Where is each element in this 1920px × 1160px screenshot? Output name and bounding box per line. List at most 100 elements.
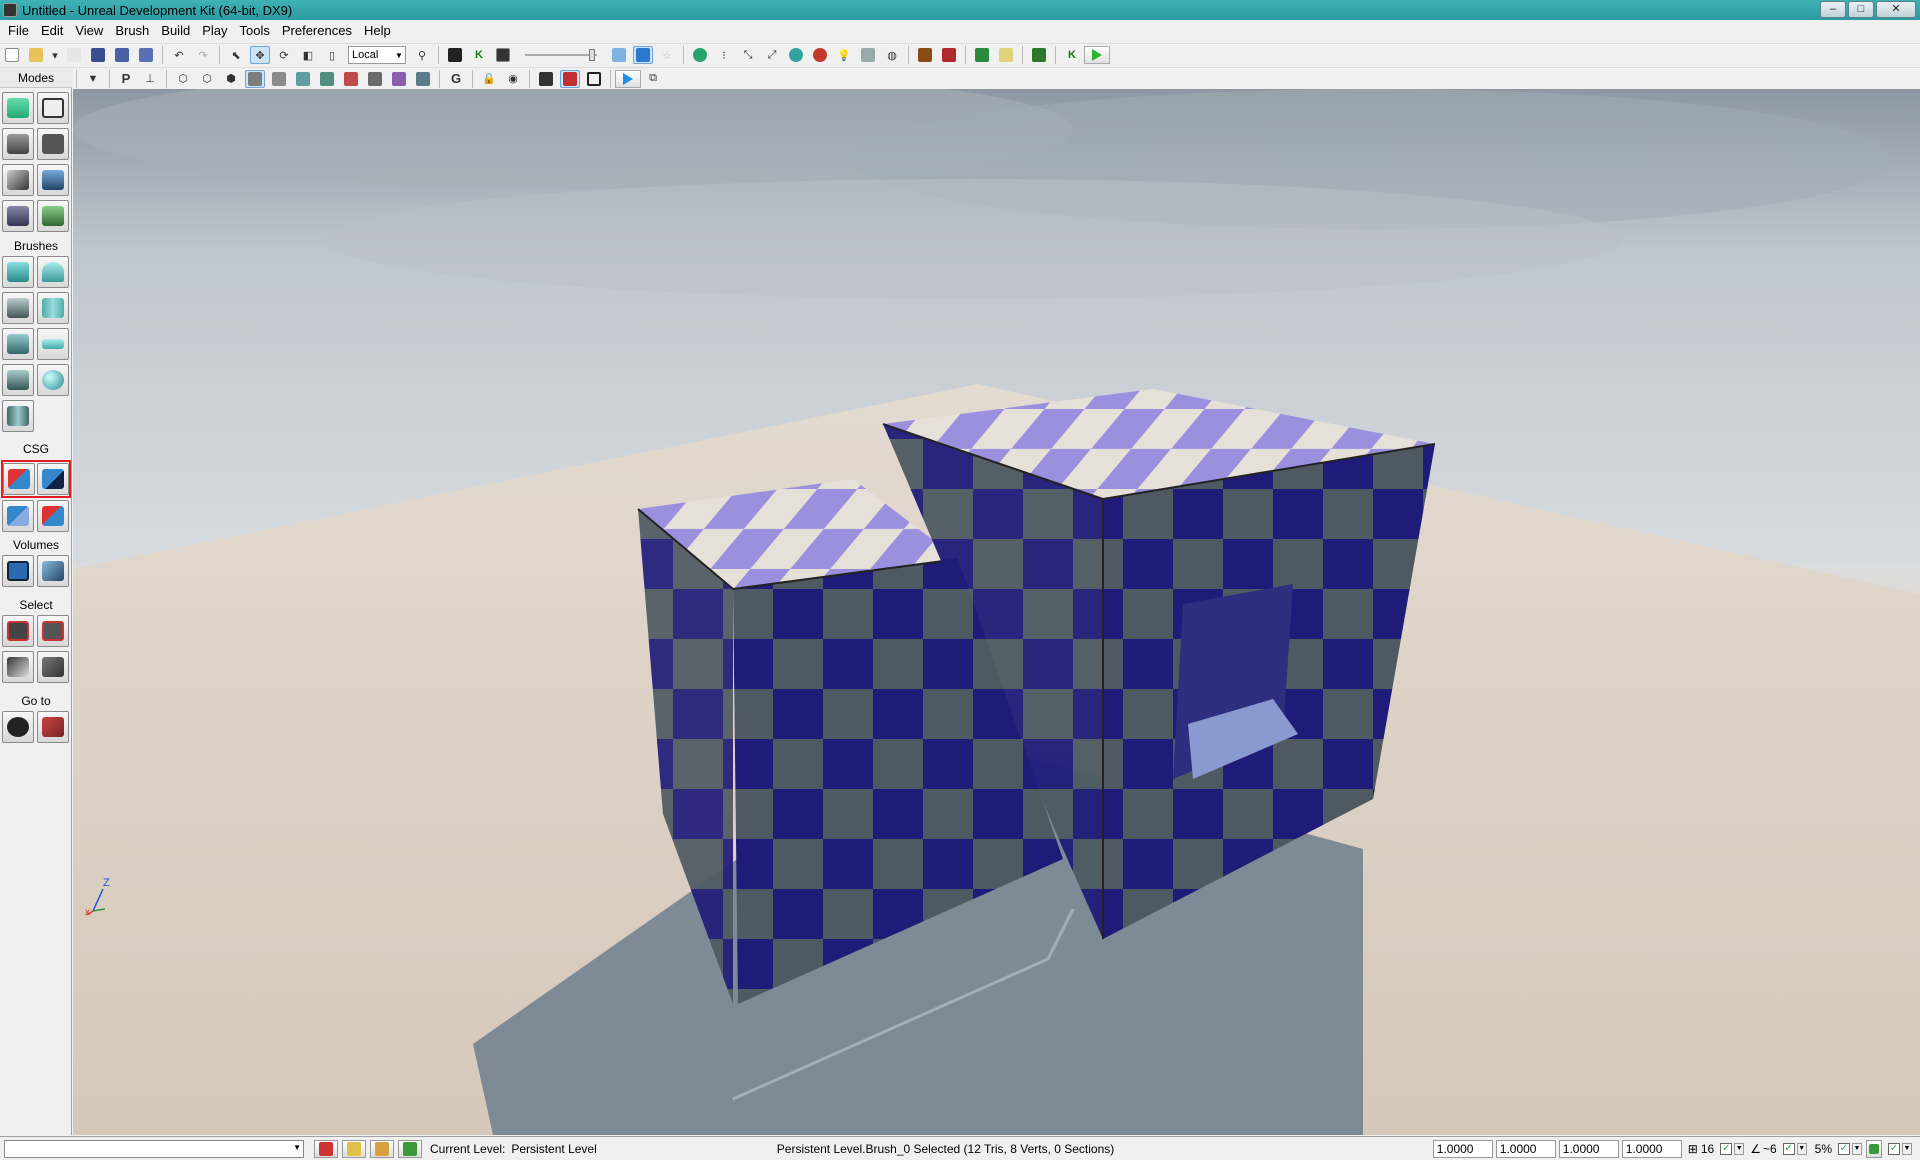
game-settings-icon[interactable] bbox=[972, 46, 992, 64]
snap-icon[interactable] bbox=[370, 1139, 394, 1158]
slider-thumb[interactable] bbox=[589, 49, 595, 61]
lock-icon[interactable]: 🔒 bbox=[479, 70, 499, 88]
sphere-brush-button[interactable] bbox=[37, 364, 69, 396]
viewport-frame-icon[interactable] bbox=[584, 70, 604, 88]
show-flags-icon[interactable] bbox=[560, 69, 580, 88]
grid-snap-checkbox[interactable]: ✓ bbox=[1720, 1142, 1733, 1155]
star-icon[interactable]: ☆ bbox=[657, 46, 677, 64]
play-in-editor-button[interactable] bbox=[1084, 46, 1110, 64]
eye-icon[interactable]: ◉ bbox=[503, 70, 523, 88]
csg-subtract-button[interactable] bbox=[37, 463, 69, 495]
generic-browser-icon[interactable] bbox=[445, 46, 465, 64]
menu-brush[interactable]: Brush bbox=[109, 20, 155, 42]
drag-grid-z-field[interactable]: 1.0000 bbox=[1558, 1139, 1619, 1158]
unlit-icon[interactable]: ⬢ bbox=[221, 70, 241, 88]
texture-align-button[interactable] bbox=[2, 164, 34, 196]
texture-density-icon[interactable] bbox=[341, 70, 361, 88]
geometry-mode-button[interactable] bbox=[37, 92, 69, 124]
light-complexity-icon[interactable] bbox=[317, 70, 337, 88]
drag-grid-x-field[interactable]: 1.0000 bbox=[1432, 1139, 1493, 1158]
realtime-icon[interactable] bbox=[633, 46, 653, 64]
hide-selected-button[interactable] bbox=[37, 615, 69, 647]
linear-stair-brush-button[interactable] bbox=[2, 328, 34, 360]
camera-mode-button[interactable] bbox=[2, 92, 34, 124]
tear-off-viewport-icon[interactable]: ⧉ bbox=[643, 70, 663, 88]
actor-toggle-icon[interactable] bbox=[536, 70, 556, 88]
add-volume-button[interactable] bbox=[2, 555, 34, 587]
command-input[interactable]: ▼ bbox=[4, 1139, 304, 1158]
option-dropdown[interactable]: ▼ bbox=[1902, 1142, 1912, 1155]
detail-lighting-icon[interactable] bbox=[269, 70, 289, 88]
redo-icon[interactable]: ↷ bbox=[193, 46, 213, 64]
csg-intersect-button[interactable] bbox=[2, 500, 34, 532]
menu-view[interactable]: View bbox=[69, 20, 109, 42]
scale-snap-checkbox[interactable]: ✓ bbox=[1838, 1142, 1850, 1155]
open-folder-icon[interactable] bbox=[26, 46, 46, 64]
goto-builder-brush-button[interactable] bbox=[37, 711, 69, 743]
content-browser-icon[interactable] bbox=[915, 46, 935, 64]
kismet-icon[interactable]: K bbox=[469, 46, 489, 64]
grid-size-value[interactable]: 16 bbox=[1701, 1142, 1714, 1156]
light-options-icon[interactable]: ◍ bbox=[882, 46, 902, 64]
goto-actor-button[interactable] bbox=[2, 711, 34, 743]
favorites-icon[interactable] bbox=[64, 46, 84, 64]
play-in-viewport-button[interactable] bbox=[615, 69, 641, 88]
build-all-icon[interactable] bbox=[810, 46, 830, 64]
minimize-button[interactable]: – bbox=[1820, 1, 1846, 18]
menu-edit[interactable]: Edit bbox=[35, 20, 69, 42]
cone-brush-button[interactable] bbox=[37, 256, 69, 288]
menu-tools[interactable]: Tools bbox=[234, 20, 276, 42]
game-view-button[interactable]: G bbox=[446, 70, 466, 88]
option-checkbox[interactable]: ✓ bbox=[1888, 1142, 1900, 1155]
build-geometry-icon[interactable] bbox=[690, 46, 710, 64]
cylinder-brush-button[interactable] bbox=[37, 292, 69, 324]
save-all-icon[interactable] bbox=[136, 46, 156, 64]
mesh-paint-button[interactable] bbox=[37, 164, 69, 196]
scale-snap-value[interactable]: 5% bbox=[1815, 1142, 1832, 1156]
scale-snap-dropdown[interactable]: ▼ bbox=[1852, 1142, 1862, 1155]
maximize-button[interactable]: □ bbox=[1848, 1, 1874, 18]
perspective-viewport[interactable]: Z x bbox=[73, 89, 1920, 1135]
build-paths-icon[interactable]: ⤡ bbox=[738, 46, 758, 64]
build-visible-icon[interactable]: ⁝ bbox=[714, 46, 734, 64]
play-on-pc-icon[interactable] bbox=[1029, 46, 1049, 64]
csg-deintersect-button[interactable] bbox=[37, 500, 69, 532]
stop-icon[interactable] bbox=[314, 1139, 338, 1158]
terrain-mode-button[interactable] bbox=[2, 128, 34, 160]
new-file-icon[interactable] bbox=[2, 46, 22, 64]
sheet-brush-button[interactable] bbox=[37, 328, 69, 360]
csg-add-button[interactable] bbox=[3, 463, 35, 495]
save-icon[interactable] bbox=[88, 46, 108, 64]
light-bulb-icon[interactable]: 💡 bbox=[834, 46, 854, 64]
spiral-stair-brush-button[interactable] bbox=[2, 364, 34, 396]
lit-icon[interactable] bbox=[245, 69, 265, 88]
menu-build[interactable]: Build bbox=[155, 20, 196, 42]
lighting-quality-icon[interactable] bbox=[858, 46, 878, 64]
cube-brush-button[interactable] bbox=[2, 256, 34, 288]
lightmap-density-icon[interactable] bbox=[389, 70, 409, 88]
build-cover-icon[interactable]: ⤢ bbox=[762, 46, 782, 64]
lit-lightmap-density-icon[interactable] bbox=[413, 70, 433, 88]
menu-play[interactable]: Play bbox=[196, 20, 233, 42]
pivot-mode-button[interactable] bbox=[37, 128, 69, 160]
wireframe-icon[interactable]: ⬡ bbox=[197, 70, 217, 88]
rotation-snap-value[interactable]: ~6 bbox=[1763, 1142, 1777, 1156]
grid-size-dropdown[interactable]: ▼ bbox=[1734, 1142, 1745, 1155]
script-icon[interactable] bbox=[996, 46, 1016, 64]
close-button[interactable]: ✕ bbox=[1876, 1, 1916, 18]
film-icon[interactable] bbox=[939, 46, 959, 64]
select-mode-icon[interactable]: ⬉ bbox=[226, 46, 246, 64]
non-uniform-scale-icon[interactable]: ▯ bbox=[322, 46, 342, 64]
current-level-value[interactable]: Persistent Level bbox=[511, 1142, 596, 1156]
menu-file[interactable]: File bbox=[2, 20, 35, 42]
perspective-view-button[interactable]: P bbox=[116, 70, 136, 88]
drag-grid-icon[interactable] bbox=[342, 1139, 366, 1158]
lock-viewport-icon[interactable]: ⊥ bbox=[140, 70, 160, 88]
drag-grid-y-field[interactable]: 1.0000 bbox=[1495, 1139, 1556, 1158]
show-selected-button[interactable] bbox=[2, 615, 34, 647]
curved-stair-brush-button[interactable] bbox=[2, 292, 34, 324]
volumetric-brush-button[interactable] bbox=[2, 400, 34, 432]
matinee-icon[interactable] bbox=[493, 46, 513, 64]
show-all-button[interactable] bbox=[37, 651, 69, 683]
camera-speed-slider[interactable] bbox=[523, 46, 599, 64]
